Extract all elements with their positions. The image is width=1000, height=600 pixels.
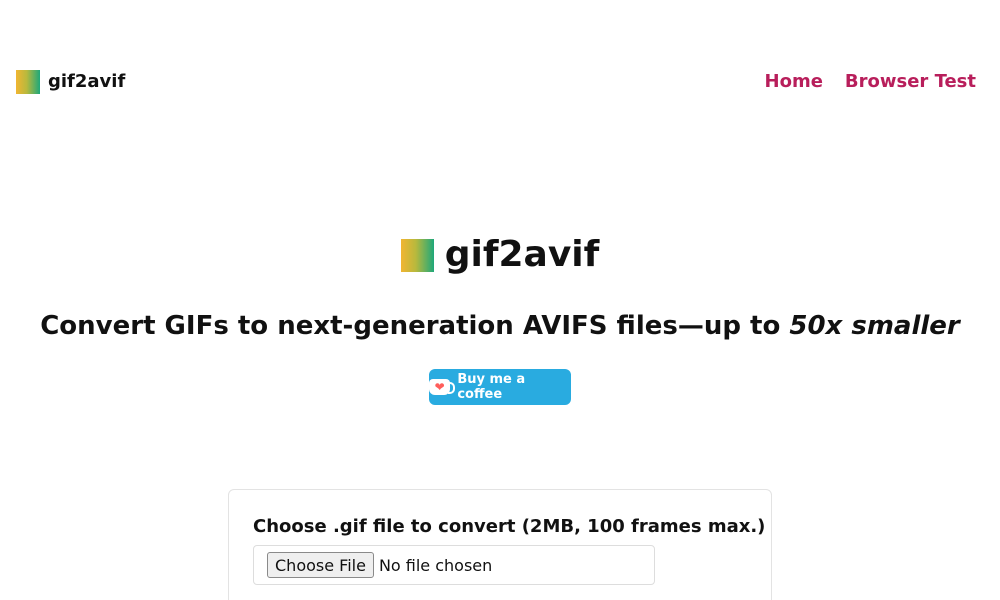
hero-title: gif2avif xyxy=(444,234,600,275)
coffee-button-label: Buy me a coffee xyxy=(457,372,526,402)
choose-file-button[interactable]: Choose File xyxy=(267,552,374,578)
hero-logo-icon xyxy=(400,238,434,272)
hero-heading: gif2avif xyxy=(0,234,1000,276)
brand-name: gif2avif xyxy=(48,71,126,92)
coffee-cup-icon: ❤ xyxy=(429,379,456,395)
tagline-text: Convert GIFs to next-generation AVIFS fi… xyxy=(40,311,790,341)
logo-icon xyxy=(16,70,40,94)
file-input[interactable]: Choose File No file chosen xyxy=(253,545,655,585)
main-nav: Home Browser Test xyxy=(765,70,976,94)
brand-link[interactable]: gif2avif xyxy=(16,70,125,94)
page: gif2avif Home Browser Test gif2avif Conv… xyxy=(0,0,1000,600)
upload-label: Choose .gif file to convert (2MB, 100 fr… xyxy=(253,516,766,537)
upload-card: Choose .gif file to convert (2MB, 100 fr… xyxy=(228,489,772,600)
site-header: gif2avif Home Browser Test xyxy=(16,66,976,98)
file-status-text: No file chosen xyxy=(378,555,493,575)
nav-browser-test-link[interactable]: Browser Test xyxy=(845,70,976,94)
tagline-emphasis: 50x smaller xyxy=(789,311,960,341)
nav-home-link[interactable]: Home xyxy=(765,70,823,94)
buy-me-a-coffee-button[interactable]: ❤ Buy me a coffee xyxy=(429,369,571,405)
tagline: Convert GIFs to next-generation AVIFS fi… xyxy=(0,308,1000,344)
